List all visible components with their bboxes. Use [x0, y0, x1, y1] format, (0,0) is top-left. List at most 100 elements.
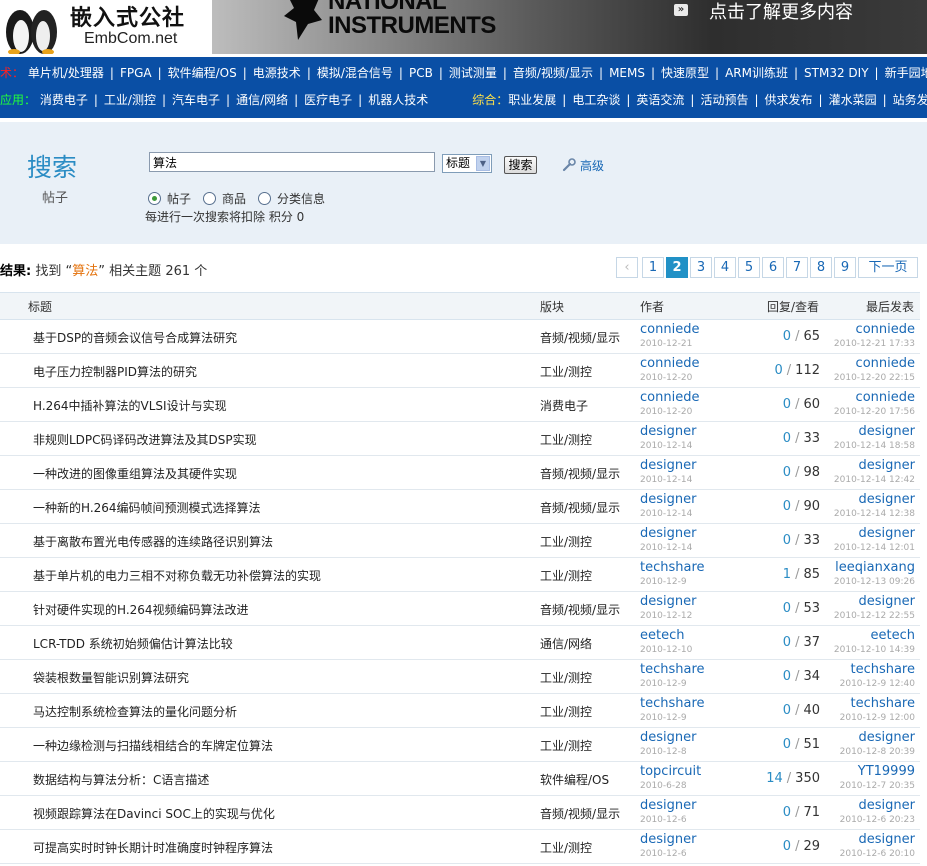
- nav-link[interactable]: 电源技术: [253, 66, 301, 80]
- last-poster-link[interactable]: techshare: [850, 662, 915, 677]
- thread-forum-link[interactable]: 工业/测控: [540, 669, 592, 686]
- last-poster-link[interactable]: conniede: [856, 356, 915, 371]
- nav-link[interactable]: 新手园地: [885, 66, 927, 80]
- thread-author-link[interactable]: topcircuit: [640, 764, 701, 779]
- search-input[interactable]: 算法: [149, 152, 435, 172]
- nav-link[interactable]: 音频/视频/显示: [513, 66, 593, 80]
- nav-link[interactable]: 医疗电子: [304, 93, 352, 107]
- page-button[interactable]: 3: [690, 257, 712, 278]
- col-last-header[interactable]: 最后发表: [866, 298, 914, 315]
- last-poster-link[interactable]: conniede: [856, 390, 915, 405]
- thread-title-link[interactable]: 一种改进的图像重组算法及其硬件实现: [33, 465, 237, 482]
- nav-link[interactable]: 机器人技术: [368, 93, 428, 107]
- thread-forum-link[interactable]: 软件编程/OS: [540, 771, 609, 788]
- thread-title-link[interactable]: 数据结构与算法分析：C语言描述: [33, 771, 209, 788]
- page-button[interactable]: 9: [834, 257, 856, 278]
- nav-link[interactable]: 模拟/混合信号: [317, 66, 393, 80]
- page-button[interactable]: 8: [810, 257, 832, 278]
- thread-forum-link[interactable]: 音频/视频/显示: [540, 499, 620, 516]
- thread-author-link[interactable]: techshare: [640, 662, 705, 677]
- nav-link[interactable]: 通信/网络: [236, 93, 288, 107]
- thread-title-link[interactable]: LCR-TDD 系统初始频偏估计算法比较: [33, 635, 233, 652]
- thread-author-link[interactable]: designer: [640, 424, 696, 439]
- radio-circle[interactable]: [203, 192, 217, 205]
- thread-title-link[interactable]: 马达控制系统检查算法的量化问题分析: [33, 703, 237, 720]
- next-page-button[interactable]: 下一页: [858, 257, 918, 278]
- col-title-header[interactable]: 标题: [28, 298, 52, 315]
- thread-author-link[interactable]: designer: [640, 832, 696, 847]
- nav-link[interactable]: 灌水菜园: [829, 93, 877, 107]
- page-button[interactable]: 1: [642, 257, 664, 278]
- ad-banner[interactable]: NATIONAL INSTRUMENTS » 点击了解更多内容: [212, 0, 927, 54]
- thread-title-link[interactable]: 可提高实时时钟长期计时准确度时钟程序算法: [33, 839, 273, 856]
- nav-link[interactable]: STM32 DIY: [804, 66, 869, 80]
- last-poster-link[interactable]: designer: [859, 424, 915, 439]
- last-poster-link[interactable]: leeqianxang: [835, 560, 915, 575]
- thread-author-link[interactable]: techshare: [640, 696, 705, 711]
- thread-author-link[interactable]: conniede: [640, 390, 699, 405]
- thread-title-link[interactable]: 一种边缘检测与扫描线相结合的车牌定位算法: [33, 737, 273, 754]
- thread-title-link[interactable]: 一种新的H.264编码帧间预测模式选择算法: [33, 499, 261, 516]
- thread-author-link[interactable]: designer: [640, 458, 696, 473]
- col-stats-header[interactable]: 回复/查看: [767, 298, 819, 315]
- thread-forum-link[interactable]: 通信/网络: [540, 635, 592, 652]
- nav-link[interactable]: 消费电子: [40, 93, 88, 107]
- col-forum-header[interactable]: 版块: [540, 298, 564, 315]
- page-button[interactable]: 5: [738, 257, 760, 278]
- last-poster-link[interactable]: conniede: [856, 322, 915, 337]
- page-button[interactable]: 6: [762, 257, 784, 278]
- nav-link[interactable]: 快速原型: [661, 66, 709, 80]
- thread-author-link[interactable]: designer: [640, 730, 696, 745]
- last-poster-link[interactable]: designer: [859, 798, 915, 813]
- nav-link[interactable]: 站务发展: [893, 93, 927, 107]
- site-logo[interactable]: 嵌入式公社 EmbCom.net: [0, 0, 212, 54]
- thread-forum-link[interactable]: 工业/测控: [540, 737, 592, 754]
- nav-link[interactable]: 供求发布: [765, 93, 813, 107]
- thread-forum-link[interactable]: 工业/测控: [540, 839, 592, 856]
- last-poster-link[interactable]: designer: [859, 832, 915, 847]
- thread-author-link[interactable]: designer: [640, 526, 696, 541]
- thread-forum-link[interactable]: 工业/测控: [540, 567, 592, 584]
- thread-title-link[interactable]: 袋装根数量智能识别算法研究: [33, 669, 189, 686]
- search-type-radio[interactable]: 商品: [203, 190, 246, 207]
- search-type-radio[interactable]: 分类信息: [258, 190, 325, 207]
- radio-circle[interactable]: [148, 192, 161, 205]
- prev-page-button[interactable]: ‹: [616, 257, 638, 278]
- search-type-radio[interactable]: 帖子: [148, 190, 191, 207]
- thread-forum-link[interactable]: 工业/测控: [540, 703, 592, 720]
- last-poster-link[interactable]: YT19999: [858, 764, 915, 779]
- nav-link[interactable]: 测试测量: [449, 66, 497, 80]
- last-poster-link[interactable]: designer: [859, 492, 915, 507]
- thread-title-link[interactable]: 基于DSP的音频会议信号合成算法研究: [33, 329, 237, 346]
- thread-forum-link[interactable]: 音频/视频/显示: [540, 805, 620, 822]
- thread-title-link[interactable]: 基于单片机的电力三相不对称负载无功补偿算法的实现: [33, 567, 321, 584]
- nav-link[interactable]: ARM训练班: [725, 66, 788, 80]
- thread-author-link[interactable]: conniede: [640, 322, 699, 337]
- last-poster-link[interactable]: designer: [859, 730, 915, 745]
- radio-circle[interactable]: [258, 192, 272, 205]
- last-poster-link[interactable]: designer: [859, 594, 915, 609]
- page-button[interactable]: 2: [666, 257, 688, 278]
- search-scope-select[interactable]: 标题 ▼: [442, 154, 492, 173]
- thread-title-link[interactable]: 非规则LDPC码译码改进算法及其DSP实现: [33, 431, 257, 448]
- nav-link[interactable]: FPGA: [120, 66, 152, 80]
- search-button[interactable]: 搜索: [504, 156, 537, 174]
- nav-link[interactable]: MEMS: [609, 66, 645, 80]
- thread-forum-link[interactable]: 音频/视频/显示: [540, 601, 620, 618]
- nav-link[interactable]: 单片机/处理器: [28, 66, 104, 80]
- last-poster-link[interactable]: techshare: [850, 696, 915, 711]
- nav-link[interactable]: 职业发展: [508, 93, 556, 107]
- nav-link[interactable]: 电工杂谈: [572, 93, 620, 107]
- nav-link[interactable]: 汽车电子: [172, 93, 220, 107]
- nav-link[interactable]: 活动预告: [700, 93, 748, 107]
- page-button[interactable]: 7: [786, 257, 808, 278]
- last-poster-link[interactable]: eetech: [871, 628, 915, 643]
- nav-link[interactable]: 英语交流: [636, 93, 684, 107]
- thread-forum-link[interactable]: 工业/测控: [540, 431, 592, 448]
- thread-author-link[interactable]: eetech: [640, 628, 684, 643]
- nav-link[interactable]: PCB: [409, 66, 433, 80]
- thread-author-link[interactable]: designer: [640, 798, 696, 813]
- thread-title-link[interactable]: 基于离散布置光电传感器的连续路径识别算法: [33, 533, 273, 550]
- thread-title-link[interactable]: 电子压力控制器PID算法的研究: [33, 363, 197, 380]
- advanced-search-link[interactable]: 高级: [562, 157, 604, 174]
